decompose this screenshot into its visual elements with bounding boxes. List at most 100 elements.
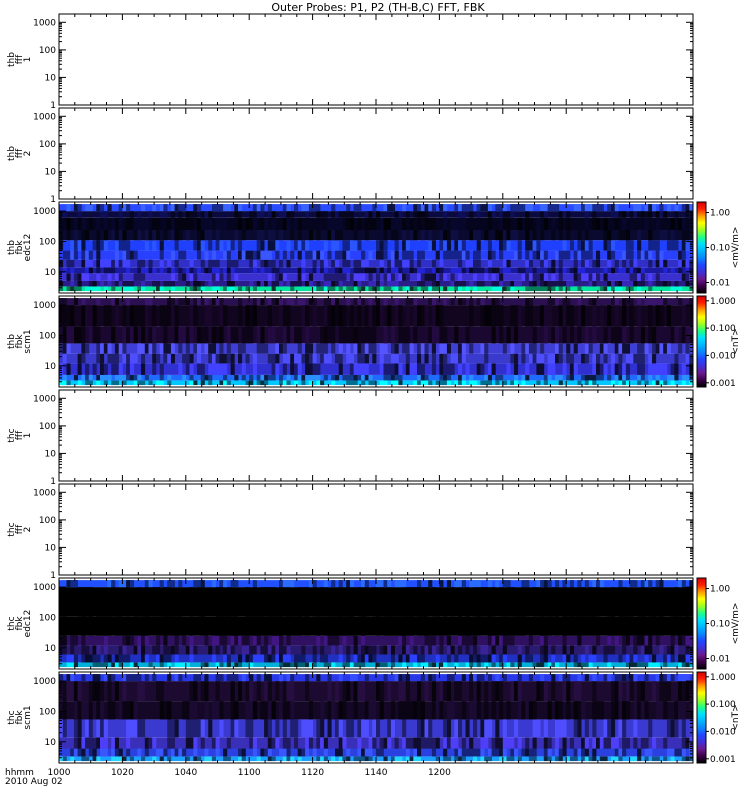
colorbar-tick-label: 1.00: [710, 585, 730, 595]
heatmap-cell: [211, 204, 216, 212]
heatmap-cell: [107, 305, 112, 327]
heatmap-cell: [402, 204, 407, 212]
heatmap-cell: [111, 363, 116, 375]
heatmap-cell: [629, 681, 634, 701]
heatmap-cell: [431, 737, 436, 749]
heatmap-cell: [267, 280, 272, 287]
heatmap-cell: [528, 674, 533, 682]
heatmap-cell: [133, 662, 138, 668]
heatmap-cell: [349, 674, 354, 682]
heatmap-cell: [506, 662, 511, 668]
heatmap-cell: [461, 240, 466, 251]
heatmap-cell: [70, 305, 75, 327]
heatmap-cell: [178, 204, 183, 212]
heatmap-cell: [137, 259, 142, 268]
heatmap-cell: [611, 616, 616, 636]
heatmap-cell: [424, 217, 429, 230]
heatmap-cell: [271, 211, 276, 218]
heatmap-cell: [286, 674, 291, 682]
heatmap-cell: [525, 229, 530, 241]
heatmap-cell: [141, 273, 146, 281]
heatmap-cell: [596, 259, 601, 268]
heatmap-cell: [417, 701, 422, 720]
heatmap-cell: [663, 343, 668, 354]
heatmap-cell: [62, 374, 67, 381]
heatmap-cell: [618, 681, 623, 701]
heatmap-cell: [558, 259, 563, 268]
heatmap-cell: [439, 701, 444, 720]
heatmap-cell: [219, 240, 224, 251]
heatmap-cell: [558, 701, 563, 720]
heatmap-cell: [618, 654, 623, 663]
heatmap-cell: [100, 211, 105, 218]
heatmap-cell: [555, 662, 560, 668]
heatmap-cell: [476, 211, 481, 218]
heatmap-cell: [428, 286, 433, 292]
heatmap-cell: [644, 204, 649, 212]
heatmap-cell: [81, 259, 86, 268]
heatmap-cell: [663, 259, 668, 268]
heatmap-cell: [394, 756, 399, 762]
heatmap-cell: [428, 719, 433, 738]
heatmap-cell: [114, 240, 119, 251]
heatmap-cell: [152, 353, 157, 364]
heatmap-cell: [648, 662, 653, 668]
heatmap-cell: [525, 211, 530, 218]
heatmap-cell: [114, 259, 119, 268]
heatmap-cell: [301, 662, 306, 668]
heatmap-cell: [473, 587, 478, 617]
heatmap-cell: [264, 343, 269, 354]
heatmap-cell: [685, 681, 690, 701]
heatmap-cell: [353, 273, 358, 281]
heatmap-cell: [368, 217, 373, 230]
heatmap-cell: [588, 654, 593, 663]
heatmap-cell: [473, 654, 478, 663]
heatmap-cell: [592, 305, 597, 327]
heatmap-cell: [111, 662, 116, 668]
heatmap-cell: [230, 719, 235, 738]
heatmap-cell: [234, 326, 239, 344]
heatmap-cell: [652, 380, 657, 386]
heatmap-cell: [189, 635, 194, 646]
heatmap-cell: [581, 748, 586, 757]
heatmap-cell: [372, 645, 377, 655]
heatmap-cell: [107, 259, 112, 268]
heatmap-cell: [197, 298, 202, 306]
heatmap-cell: [648, 326, 653, 344]
heatmap-cell: [286, 204, 291, 212]
heatmap-cell: [323, 587, 328, 617]
heatmap-cell: [376, 305, 381, 327]
heatmap-cell: [584, 229, 589, 241]
heatmap-cell: [100, 363, 105, 375]
heatmap-cell: [294, 353, 299, 364]
heatmap-cell: [118, 645, 123, 655]
heatmap-cell: [260, 616, 265, 636]
heatmap-cell: [528, 654, 533, 663]
heatmap-cell: [241, 229, 246, 241]
heatmap-cell: [458, 217, 463, 230]
heatmap-cell: [364, 756, 369, 762]
heatmap-cell: [111, 380, 116, 386]
heatmap-cell: [614, 305, 619, 327]
heatmap-cell: [114, 343, 119, 354]
heatmap-cell: [290, 674, 295, 682]
heatmap-cell: [506, 240, 511, 251]
heatmap-cell: [659, 681, 664, 701]
heatmap-cell: [577, 635, 582, 646]
heatmap-cell: [495, 580, 500, 588]
y-tick-label: 1: [50, 195, 56, 205]
heatmap-cell: [320, 756, 325, 762]
heatmap-cell: [316, 719, 321, 738]
heatmap-cell: [454, 580, 459, 588]
heatmap-cell: [390, 645, 395, 655]
heatmap-cell: [629, 259, 634, 268]
heatmap-cell: [510, 587, 515, 617]
heatmap-cell: [603, 343, 608, 354]
heatmap-cell: [174, 616, 179, 636]
heatmap-cell: [286, 645, 291, 655]
heatmap-cell: [327, 701, 332, 720]
heatmap-cell: [148, 380, 153, 386]
heatmap-cell: [111, 326, 116, 344]
heatmap-cell: [592, 587, 597, 617]
heatmap-cell: [346, 298, 351, 306]
